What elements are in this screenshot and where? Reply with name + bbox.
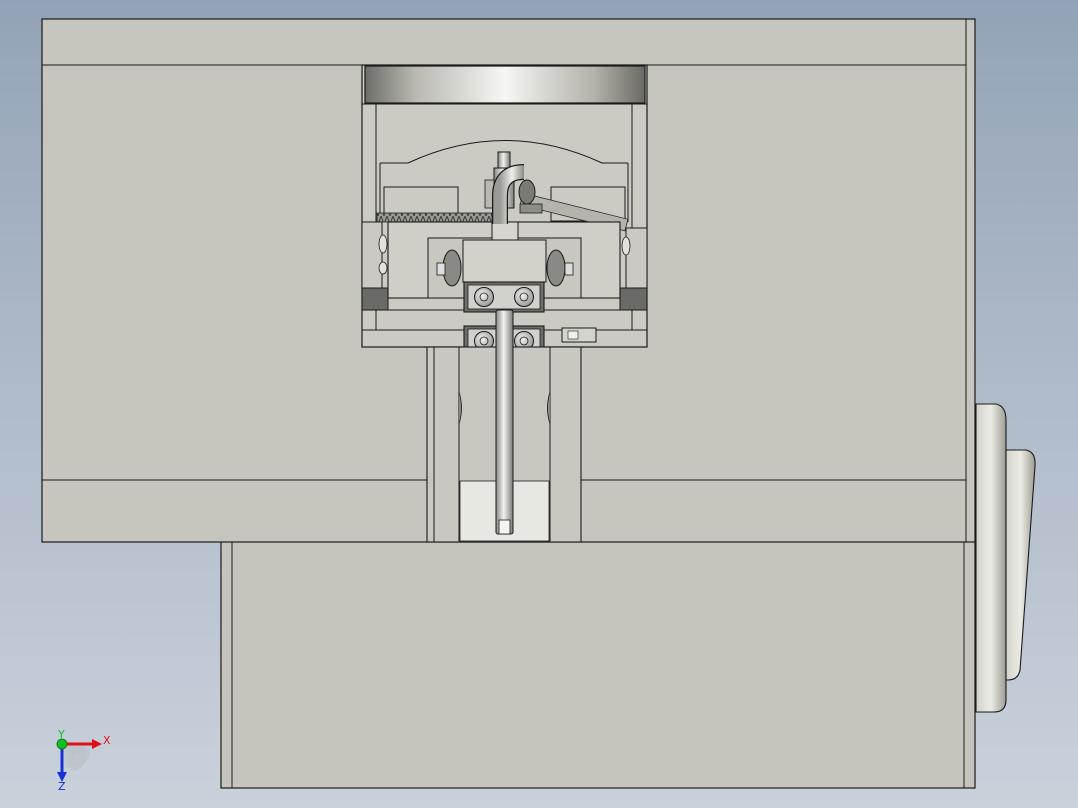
bolt — [474, 287, 494, 307]
x-axis-label: X — [103, 734, 111, 747]
bolt — [514, 287, 534, 307]
side-nut — [561, 327, 597, 343]
x-arrow-head — [92, 739, 102, 749]
coordinate-triad: X Y Z — [56, 728, 111, 793]
rod-end-right — [621, 227, 648, 289]
vertical-shaft — [495, 309, 514, 535]
upper-clamp-block — [463, 281, 545, 313]
top-roller — [364, 65, 646, 104]
side-pad-right — [619, 287, 648, 311]
cad-drawing-viewport[interactable]: X Y Z — [0, 0, 1078, 808]
lower-base-block — [220, 540, 976, 789]
y-axis-label: Y — [57, 728, 65, 741]
side-handle[interactable] — [975, 403, 1036, 713]
z-axis-label: Z — [58, 780, 66, 793]
side-pad-left — [361, 287, 389, 311]
